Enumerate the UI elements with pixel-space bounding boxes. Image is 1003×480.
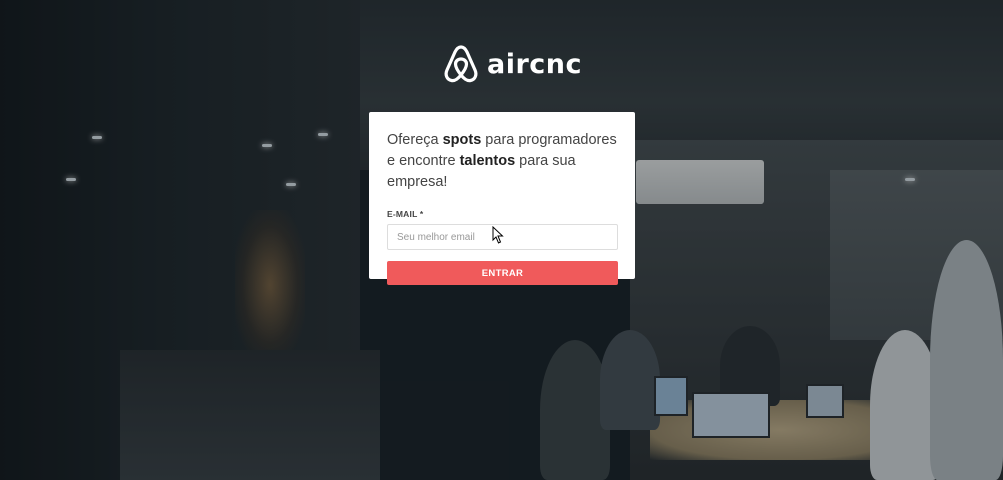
brand-logo: aircnc [443,44,582,84]
card-headline: Ofereça spots para programadores e encon… [387,130,617,193]
headline-emphasis-talentos: talentos [459,153,516,169]
headline-text: Ofereça [387,132,443,148]
email-label: E-MAIL * [387,209,424,219]
mouse-cursor-icon [492,226,504,244]
login-card: Ofereça spots para programadores e encon… [369,112,635,285]
enter-button[interactable]: ENTRAR [387,261,618,285]
headline-emphasis-spots: spots [442,132,482,148]
brand-name: aircnc [487,48,583,80]
airbnb-belo-icon [443,44,479,84]
